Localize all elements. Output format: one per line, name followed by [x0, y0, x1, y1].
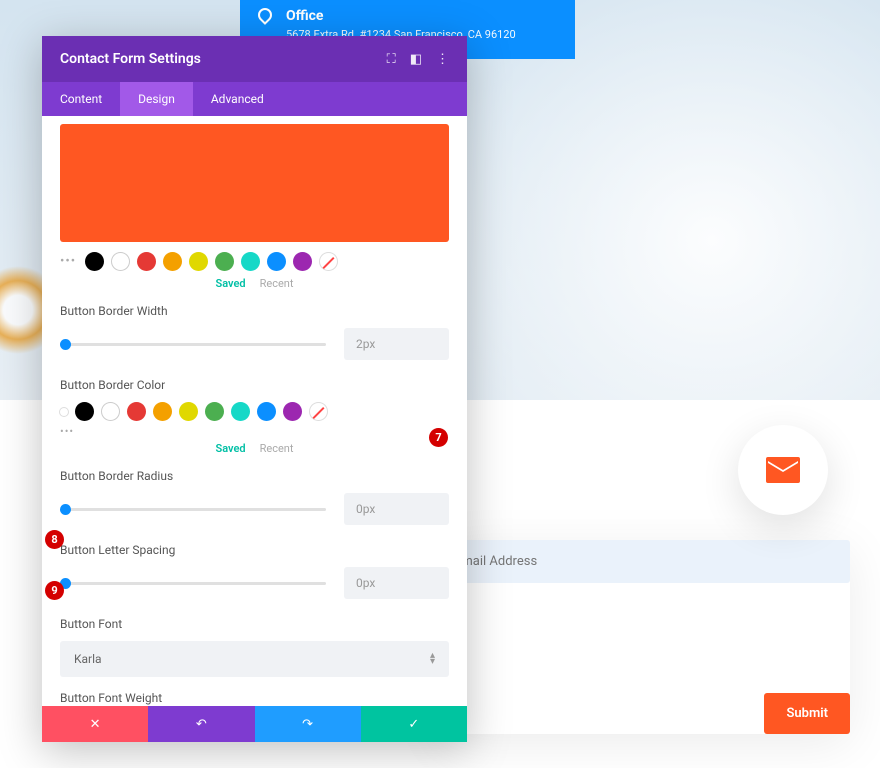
tab-design[interactable]: Design	[120, 82, 193, 116]
color-swatch-row-1: •••	[60, 252, 449, 271]
panel-tabs: Content Design Advanced	[42, 82, 467, 116]
dropdown-arrows-icon: ▴▾	[430, 653, 435, 665]
swatch-white[interactable]	[111, 252, 130, 271]
more-colors-icon-2[interactable]: •••	[60, 425, 449, 438]
recent-tab[interactable]: Recent	[260, 277, 294, 290]
slider-thumb[interactable]	[60, 504, 71, 515]
columns-icon[interactable]: ◧	[410, 52, 422, 67]
saved-recent-tabs-2: Saved Recent	[60, 442, 449, 455]
letter-spacing-label: Button Letter Spacing	[60, 543, 449, 557]
background-blur	[460, 0, 880, 400]
saved-tab[interactable]: Saved	[216, 442, 246, 455]
panel-title: Contact Form Settings	[60, 51, 201, 67]
swatch-blue[interactable]	[257, 402, 276, 421]
swatch-red[interactable]	[137, 252, 156, 271]
swatch-yellow[interactable]	[189, 252, 208, 271]
saved-tab[interactable]: Saved	[216, 277, 246, 290]
office-title: Office	[286, 8, 324, 24]
mail-icon	[766, 457, 800, 483]
font-value: Karla	[74, 652, 102, 666]
tab-advanced[interactable]: Advanced	[193, 82, 282, 116]
undo-button[interactable]: ↶	[148, 706, 254, 742]
border-width-label: Button Border Width	[60, 304, 449, 318]
mail-fab[interactable]	[738, 425, 828, 515]
annotation-badge-7: 7	[429, 428, 448, 447]
submit-button[interactable]: Submit	[764, 693, 850, 734]
font-dropdown[interactable]: Karla ▴▾	[60, 641, 449, 677]
swatch-white[interactable]	[101, 402, 120, 421]
font-weight-label: Button Font Weight	[60, 691, 449, 705]
border-width-slider[interactable]	[60, 343, 326, 346]
confirm-button[interactable]: ✓	[361, 706, 467, 742]
swatch-black[interactable]	[85, 252, 104, 271]
letter-spacing-slider-row	[60, 567, 449, 599]
swatch-purple[interactable]	[293, 252, 312, 271]
swatch-orange[interactable]	[153, 402, 172, 421]
swatch-orange[interactable]	[163, 252, 182, 271]
tab-content[interactable]: Content	[42, 82, 120, 116]
swatch-green[interactable]	[215, 252, 234, 271]
email-input[interactable]	[440, 540, 850, 583]
slider-thumb[interactable]	[60, 339, 71, 350]
panel-footer: ✕ ↶ ↷ ✓	[42, 706, 467, 742]
border-radius-label: Button Border Radius	[60, 469, 449, 483]
swatch-none[interactable]	[319, 252, 338, 271]
swatch-red[interactable]	[127, 402, 146, 421]
swatch-none[interactable]	[309, 402, 328, 421]
border-radius-slider-row	[60, 493, 449, 525]
border-radius-slider[interactable]	[60, 508, 326, 511]
location-pin-icon	[255, 5, 275, 25]
border-color-label: Button Border Color	[60, 378, 449, 392]
more-colors-icon[interactable]: •••	[60, 254, 76, 269]
panel-body: ••• Saved Recent Button Border Width But…	[42, 116, 467, 706]
panel-header: Contact Form Settings ⛶ ◧ ⋮	[42, 36, 467, 82]
letter-spacing-slider[interactable]	[60, 582, 326, 585]
annotation-badge-8: 8	[45, 530, 64, 549]
settings-panel: Contact Form Settings ⛶ ◧ ⋮ Content Desi…	[42, 36, 467, 742]
swatch-green[interactable]	[205, 402, 224, 421]
font-label: Button Font	[60, 617, 449, 631]
letter-spacing-input[interactable]	[344, 567, 449, 599]
expand-icon[interactable]: ⛶	[387, 52, 396, 67]
redo-button[interactable]: ↷	[255, 706, 361, 742]
border-width-input[interactable]	[344, 328, 449, 360]
swatch-transparent-selected[interactable]	[60, 408, 68, 416]
color-swatch-row-2	[60, 402, 449, 421]
saved-recent-tabs: Saved Recent	[60, 277, 449, 290]
swatch-yellow[interactable]	[179, 402, 198, 421]
border-radius-input[interactable]	[344, 493, 449, 525]
more-icon[interactable]: ⋮	[436, 52, 449, 67]
annotation-badge-9: 9	[45, 581, 64, 600]
swatch-blue[interactable]	[267, 252, 286, 271]
color-preview-swatch[interactable]	[60, 124, 449, 242]
swatch-purple[interactable]	[283, 402, 302, 421]
recent-tab[interactable]: Recent	[260, 442, 294, 455]
swatch-cyan[interactable]	[231, 402, 250, 421]
contact-form: Submit	[440, 540, 850, 734]
border-width-slider-row	[60, 328, 449, 360]
swatch-cyan[interactable]	[241, 252, 260, 271]
swatch-black[interactable]	[75, 402, 94, 421]
cancel-button[interactable]: ✕	[42, 706, 148, 742]
